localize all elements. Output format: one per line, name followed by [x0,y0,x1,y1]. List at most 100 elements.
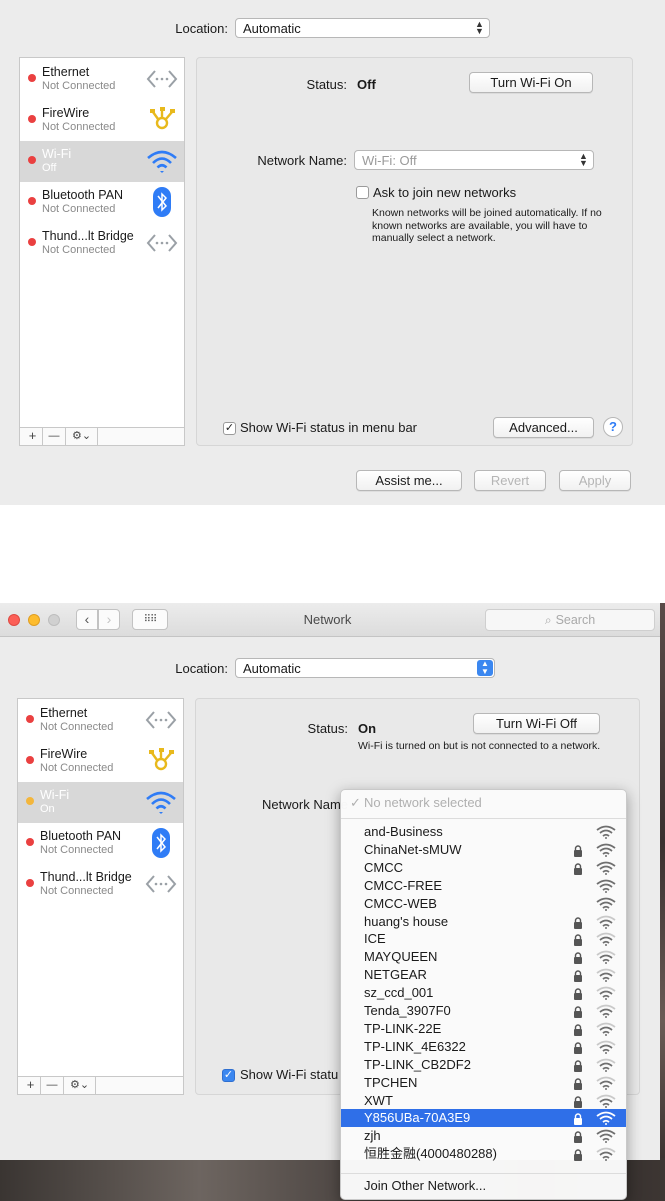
bluetooth-icon [146,187,178,217]
network-name-select[interactable]: Wi-Fi: Off ▲ ▼ [354,150,594,170]
status-dot [28,197,36,205]
sidebar-item-ethernet[interactable]: Ethernet Not Connected [20,59,184,100]
add-service-button[interactable]: + [23,428,43,445]
sidebar-item-wifi[interactable]: Wi-Fi On [18,782,183,823]
turn-wifi-off-button[interactable]: Turn Wi-Fi Off [473,713,600,734]
network-item[interactable]: Y856UBa-70A3E9 [341,1109,626,1128]
advanced-button[interactable]: Advanced... [493,417,594,438]
network-name: and-Business [364,824,443,839]
lock-icon [573,1041,583,1054]
network-item[interactable]: TPCHEN [341,1074,626,1092]
remove-service-button[interactable]: — [43,428,66,445]
network-item[interactable]: TP-LINK-22E [341,1020,626,1038]
network-item[interactable]: TP-LINK_CB2DF2 [341,1056,626,1074]
lock-icon [573,969,583,983]
revert-button[interactable]: Revert [474,470,546,491]
network-item[interactable]: ICE [341,930,626,948]
wifi-icon [145,787,177,817]
wifi-signal-icon [596,1111,616,1126]
sidebar-item-status: Not Connected [42,244,116,256]
network-name-value: Wi-Fi: Off [362,152,417,168]
join-other-network-item[interactable]: Join Other Network... [341,1177,626,1195]
network-item[interactable]: 恒胜金融(4000480288) [341,1145,626,1163]
status-dot [26,838,34,846]
wifi-signal-icon [596,1022,616,1036]
thunderbolt-bridge-icon [145,869,177,899]
network-item[interactable]: XWT [341,1092,626,1110]
status-dot [26,715,34,723]
network-name: Tenda_3907F0 [364,1003,451,1018]
network-item[interactable]: Tenda_3907F0 [341,1002,626,1020]
sidebar-item-status: Not Connected [40,721,114,733]
show-status-checkbox[interactable]: ✓ [222,1069,235,1082]
lock-icon [573,1005,583,1018]
lock-icon [573,1112,583,1126]
sidebar-item-bluetooth[interactable]: Bluetooth PAN Not Connected [20,182,184,223]
network-item[interactable]: ChinaNet-sMUW [341,841,626,859]
no-network-item[interactable]: ✓ No network selected [341,794,626,812]
show-status-checkbox[interactable]: ✓ [223,422,236,435]
apply-button[interactable]: Apply [559,470,631,491]
ask-join-label: Ask to join new networks [373,185,517,200]
chevron-updown-icon: ▲ ▼ [477,660,493,676]
sidebar-item-label: FireWire [40,747,88,761]
help-button[interactable]: ? [603,417,623,437]
sidebar-item-wifi[interactable]: Wi-Fi Off [20,141,184,182]
search-field[interactable]: ⌕ Search [485,609,655,631]
sidebar-item-firewire[interactable]: FireWire Not Connected [20,100,184,141]
sidebar-item-label: Wi-Fi [42,147,72,161]
network-name: NETGEAR [364,967,427,983]
sidebar-item-thunderbolt-bridge[interactable]: Thund...lt Bridge Not Connected [20,223,184,264]
network-item[interactable]: sz_ccd_001 [341,984,626,1002]
network-item[interactable]: zjh [341,1127,626,1145]
no-network-label: No network selected [364,795,482,810]
sidebar-item-label: Bluetooth PAN [40,829,122,843]
network-name: huang's house [364,913,449,929]
network-item[interactable]: NETGEAR [341,966,626,984]
sidebar-item-status: Not Connected [40,885,114,897]
network-item[interactable]: CMCC-WEB [341,895,626,913]
wifi-signal-icon [596,1094,616,1108]
location-value: Automatic [243,660,301,676]
show-status-label: Show Wi-Fi statu [240,1067,339,1082]
add-service-button[interactable]: + [21,1077,41,1094]
sidebar-item-firewire[interactable]: FireWire Not Connected [18,741,183,782]
network-name: CMCC-WEB [364,895,437,911]
status-dot [28,156,36,164]
status-dot [28,115,36,123]
search-placeholder: Search [555,613,596,627]
sidebar-item-ethernet[interactable]: Ethernet Not Connected [18,700,183,741]
network-item[interactable]: and-Business [341,823,626,841]
network-name: 恒胜金融(4000480288) [364,1146,497,1162]
gear-menu-button[interactable]: ⚙︎⌄ [64,1077,96,1094]
sidebar-item-thunderbolt-bridge[interactable]: Thund...lt Bridge Not Connected [18,864,183,905]
network-item[interactable]: CMCC [341,859,626,877]
remove-service-button[interactable]: — [41,1077,64,1094]
gear-menu-button[interactable]: ⚙︎⌄ [66,428,98,445]
network-name: MAYQUEEN [364,949,438,965]
status-dot [26,756,34,764]
wifi-signal-icon [596,1040,616,1054]
network-item[interactable]: MAYQUEEN [341,948,626,966]
wifi-signal-icon [596,897,616,911]
lock-icon [573,844,583,857]
network-item[interactable]: TP-LINK_4E6322 [341,1038,626,1056]
ask-join-checkbox[interactable] [356,186,369,199]
turn-wifi-on-button[interactable]: Turn Wi-Fi On [469,72,593,93]
join-other-label: Join Other Network... [364,1178,487,1193]
network-name-label: Network Name: [257,153,347,168]
network-item[interactable]: CMCC-FREE [341,877,626,895]
assist-me-button[interactable]: Assist me... [356,470,462,491]
sidebar-item-status: Not Connected [42,80,116,92]
location-select[interactable]: Automatic ▲ ▼ [235,658,495,678]
lock-icon [573,1148,583,1162]
network-dropdown-menu: ✓ No network selected and-Business ChinaN… [340,789,627,1200]
network-name-label: Network Name [262,797,348,812]
firewire-icon [145,746,177,776]
wifi-signal-icon [596,950,616,965]
show-status-label: Show Wi-Fi status in menu bar [240,420,418,435]
sidebar-item-bluetooth[interactable]: Bluetooth PAN Not Connected [18,823,183,864]
location-select[interactable]: Automatic ▲ ▼ [235,18,490,38]
network-name: sz_ccd_001 [364,985,434,1001]
network-item[interactable]: huang's house [341,913,626,931]
